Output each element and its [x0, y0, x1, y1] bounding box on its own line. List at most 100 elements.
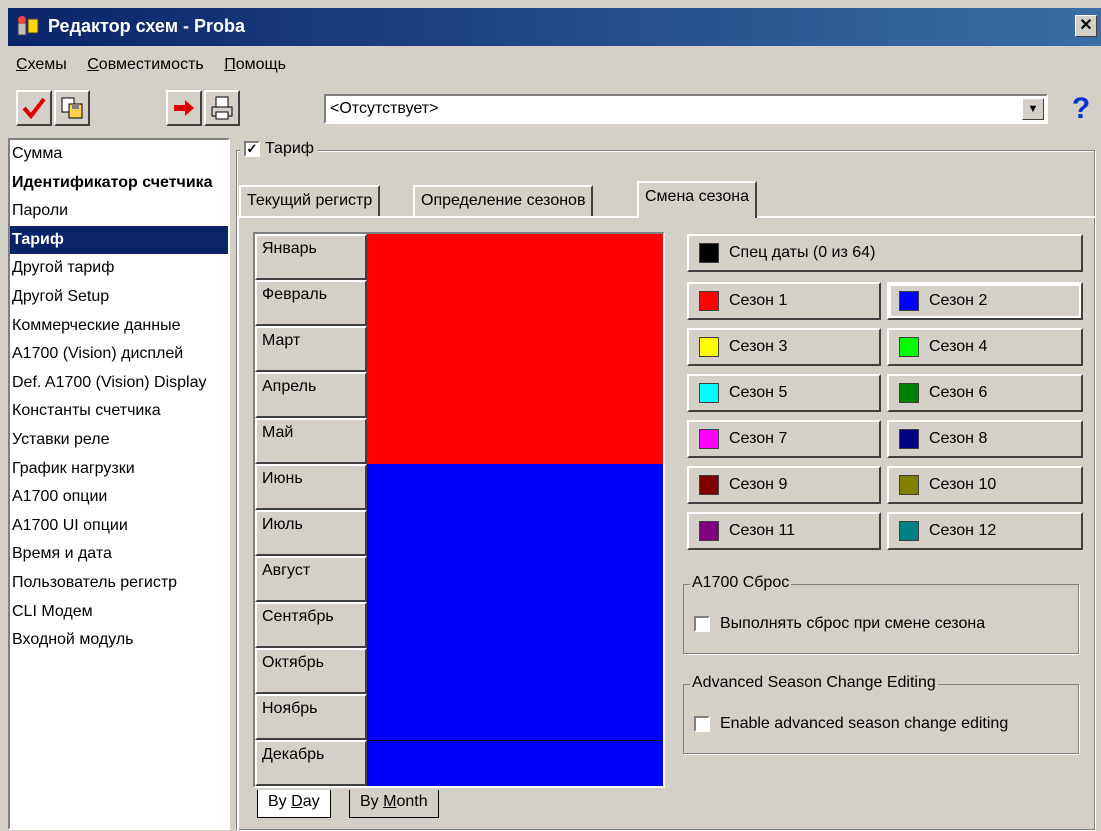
- season-12-button[interactable]: Сезон 12: [887, 512, 1083, 550]
- season-1-button[interactable]: Сезон 1: [687, 282, 881, 320]
- season-11-button[interactable]: Сезон 11: [687, 512, 881, 550]
- tab-season-change[interactable]: Смена сезона: [637, 181, 757, 218]
- scheme-combo[interactable]: <Отсутствует> ▼: [324, 94, 1048, 124]
- close-icon: ✕: [1079, 17, 1093, 34]
- month-august[interactable]: Август: [255, 556, 367, 602]
- tariff-checkbox[interactable]: ✓ Тариф: [240, 138, 318, 160]
- month-july[interactable]: Июль: [255, 510, 367, 556]
- scheme-combo-value: <Отсутствует>: [330, 100, 439, 117]
- list-item-time-date[interactable]: Время и дата: [10, 540, 228, 569]
- save-copy-button[interactable]: [54, 90, 90, 126]
- help-button[interactable]: ?: [1065, 92, 1097, 126]
- list-item-commercial-data[interactable]: Коммерческие данные: [10, 312, 228, 341]
- month-february[interactable]: Февраль: [255, 280, 367, 326]
- season-5-swatch: [699, 383, 719, 403]
- list-item-meter-id[interactable]: Идентификатор счетчика: [10, 169, 228, 198]
- tab-current-register[interactable]: Текущий регистр: [239, 185, 381, 217]
- arrow-right-icon: [174, 100, 194, 116]
- advanced-checkbox-label: Enable advanced season change editing: [720, 715, 1009, 732]
- list-item-a1700-options[interactable]: A1700 опции: [10, 483, 228, 512]
- tab-season-definition[interactable]: Определение сезонов: [413, 185, 594, 217]
- list-item-input-module[interactable]: Входной модуль: [10, 626, 228, 655]
- menu-schemes-label: хемы: [27, 56, 67, 73]
- tab-by-day[interactable]: By Day: [257, 790, 331, 818]
- toolbar: <Отсутствует> ▼ ?: [8, 86, 1101, 134]
- menu-help-label: омощь: [235, 56, 286, 73]
- send-button[interactable]: [166, 90, 202, 126]
- list-item-vision-display[interactable]: A1700 (Vision) дисплей: [10, 340, 228, 369]
- title-bar[interactable]: Редактор схем - Proba ✕: [8, 8, 1101, 46]
- reset-on-season-change-checkbox[interactable]: Выполнять сброс при смене сезона: [694, 615, 985, 633]
- list-item-load-profile[interactable]: График нагрузки: [10, 455, 228, 484]
- list-item-relay-settings[interactable]: Уставки реле: [10, 426, 228, 455]
- month-september[interactable]: Сентябрь: [255, 602, 367, 648]
- advanced-checkbox-box[interactable]: [694, 716, 710, 732]
- menu-help-accel: П: [224, 56, 236, 73]
- scheme-editor-window: Редактор схем - Proba ✕ Схемы Совместимо…: [0, 0, 1101, 831]
- month-june[interactable]: Июнь: [255, 464, 367, 510]
- season-bar-december[interactable]: [367, 741, 663, 786]
- month-march[interactable]: Март: [255, 326, 367, 372]
- season-bar-season-1[interactable]: [367, 234, 663, 464]
- list-item-user-register[interactable]: Пользователь регистр: [10, 569, 228, 598]
- list-item-passwords[interactable]: Пароли: [10, 197, 228, 226]
- menu-compatibility[interactable]: Совместимость: [79, 52, 212, 78]
- menu-help[interactable]: Помощь: [216, 52, 294, 78]
- season-7-label: Сезон 7: [729, 430, 788, 447]
- season-bar-season-2[interactable]: [367, 464, 663, 740]
- by-day-prefix: By: [268, 793, 292, 810]
- season-11-label: Сезон 11: [729, 522, 796, 539]
- menu-schemes-accel: С: [16, 56, 28, 73]
- tariff-checkbox-box[interactable]: ✓: [244, 141, 260, 157]
- checkmark-icon: [22, 97, 46, 120]
- tab-season-definition-label: Определение сезонов: [421, 192, 586, 209]
- season-4-button[interactable]: Сезон 4: [887, 328, 1083, 366]
- season-6-swatch: [899, 383, 919, 403]
- list-item-cli-modem[interactable]: CLI Модем: [10, 598, 228, 627]
- tariff-panel: Текущий регистр Определение сезонов Смен…: [236, 138, 1101, 831]
- season-10-button[interactable]: Сезон 10: [887, 466, 1083, 504]
- menu-schemes[interactable]: Схемы: [8, 52, 75, 78]
- list-item-other-setup[interactable]: Другой Setup: [10, 283, 228, 312]
- season-11-swatch: [699, 521, 719, 541]
- list-item-def-vision-display[interactable]: Def. A1700 (Vision) Display: [10, 369, 228, 398]
- month-november[interactable]: Ноябрь: [255, 694, 367, 740]
- season-4-swatch: [899, 337, 919, 357]
- season-9-button[interactable]: Сезон 9: [687, 466, 881, 504]
- month-december[interactable]: Декабрь: [255, 740, 367, 786]
- reset-checkbox-box[interactable]: [694, 616, 710, 632]
- special-dates-button[interactable]: Спец даты (0 из 64): [687, 234, 1083, 272]
- close-button[interactable]: ✕: [1075, 15, 1097, 37]
- season-7-button[interactable]: Сезон 7: [687, 420, 881, 458]
- season-9-swatch: [699, 475, 719, 495]
- list-item-other-tariff[interactable]: Другой тариф: [10, 254, 228, 283]
- season-6-button[interactable]: Сезон 6: [887, 374, 1083, 412]
- a1700-reset-group: A1700 Сброс Выполнять сброс при смене се…: [683, 574, 1079, 654]
- print-button[interactable]: [204, 90, 240, 126]
- season-5-button[interactable]: Сезон 5: [687, 374, 881, 412]
- month-may[interactable]: Май: [255, 418, 367, 464]
- season-4-label: Сезон 4: [929, 338, 988, 355]
- season-2-button[interactable]: Сезон 2: [887, 282, 1083, 320]
- by-month-accel: M: [383, 793, 397, 810]
- list-item-summa[interactable]: Сумма: [10, 140, 228, 169]
- app-icon: [17, 16, 39, 36]
- advanced-editing-checkbox[interactable]: Enable advanced season change editing: [694, 715, 1008, 733]
- tab-season-change-label: Смена сезона: [645, 188, 749, 205]
- season-2-swatch: [899, 291, 919, 311]
- season-8-button[interactable]: Сезон 8: [887, 420, 1083, 458]
- advanced-editing-group: Advanced Season Change Editing Enable ad…: [683, 674, 1079, 754]
- month-april[interactable]: Апрель: [255, 372, 367, 418]
- dropdown-arrow-icon[interactable]: ▼: [1022, 98, 1044, 120]
- list-item-tariff[interactable]: Тариф: [10, 225, 228, 255]
- window-title: Редактор схем - Proba: [48, 16, 246, 36]
- month-january[interactable]: Январь: [255, 234, 367, 280]
- tab-by-month[interactable]: By Month: [349, 790, 439, 818]
- list-item-a1700-ui-options[interactable]: A1700 UI опции: [10, 512, 228, 541]
- month-october[interactable]: Октябрь: [255, 648, 367, 694]
- list-item-meter-constants[interactable]: Константы счетчика: [10, 397, 228, 426]
- reset-checkbox-label: Выполнять сброс при смене сезона: [720, 615, 986, 632]
- apply-button[interactable]: [16, 90, 52, 126]
- season-3-button[interactable]: Сезон 3: [687, 328, 881, 366]
- help-icon: ?: [1071, 92, 1091, 125]
